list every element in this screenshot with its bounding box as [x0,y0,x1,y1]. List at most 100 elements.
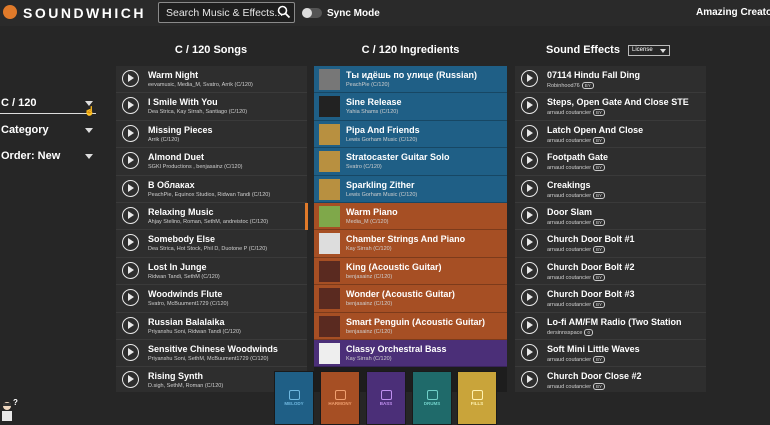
song-title: Lost In Junge [148,261,207,272]
effect-row[interactable]: 07114 Hindu Fall Ding Robinhood76 BY [515,66,706,94]
dock-card-drums[interactable]: DRUMS [412,371,452,425]
play-icon[interactable] [521,316,538,334]
play-icon[interactable] [122,152,139,170]
license-dropdown[interactable]: License [628,45,670,56]
ingredient-thumbnail[interactable] [319,205,340,227]
play-icon[interactable] [122,261,139,279]
play-icon[interactable] [122,371,139,389]
effect-row[interactable]: Steps, Open Gate And Close STE arnaud cou… [515,93,706,121]
song-row[interactable]: Almond Duet SGKI Productions , benjasainz… [116,148,307,176]
effect-author: arnaud coutancier [547,384,592,391]
play-icon[interactable] [521,343,538,361]
song-row[interactable]: Somebody Else Dea Strica, Hot Stock, Phil… [116,230,307,258]
effect-title: Door Slam [547,206,593,217]
play-icon[interactable] [122,316,139,334]
effect-row[interactable]: Church Door Close #2 arnaud coutancier BY [515,367,706,392]
dock-card-label: BASS [379,401,393,406]
effect-row[interactable]: Church Door Bolt #2 arnaud coutancier BY [515,257,706,286]
avatar[interactable] [0,400,14,422]
play-icon[interactable] [521,152,538,170]
license-badge: BY [593,383,606,391]
ingredient-thumbnail[interactable] [319,342,340,364]
song-row[interactable]: Relaxing Music Ahjay Stelino, Roman, Seth… [116,202,307,231]
song-row[interactable]: Missing Pieces Arrik (C/120) [116,120,307,149]
ingredient-row[interactable]: Sparkling Zither Lewis Gorham Music (C/12… [314,175,507,203]
song-row[interactable]: Warm Night eevamusic, Media_M, Svatro, Ar… [116,66,307,94]
ingredient-row[interactable]: King (Acoustic Guitar) benjasainz (C/120) [314,257,507,286]
play-icon[interactable] [122,206,139,224]
effect-row[interactable]: Latch Open And Close arnaud coutancier BY [515,120,706,149]
song-row[interactable]: Lost In Junge Ridwan Tandi, SethM (C/120) [116,257,307,286]
ingredient-row[interactable]: Sine Release Yahia Shams (C/120) [314,93,507,121]
effect-author-line: arnaud coutancier BY [547,246,606,254]
play-icon[interactable] [521,179,538,197]
play-icon[interactable] [122,97,139,115]
search-icon[interactable] [277,5,291,19]
play-icon[interactable] [122,289,139,307]
song-title: Almond Duet [148,152,204,163]
dock-card-fills[interactable]: FILLS [457,371,497,425]
ingredient-row[interactable]: Wonder (Acoustic Guitar) benjasainz (C/12… [314,285,507,313]
play-icon[interactable] [521,70,538,87]
user-name[interactable]: Amazing Creator [696,7,770,18]
play-icon[interactable] [521,371,538,389]
key-tempo-filter[interactable]: C / 120 [0,93,96,113]
sync-mode-toggle[interactable] [302,8,322,18]
play-icon[interactable] [521,289,538,307]
ingredient-thumbnail[interactable] [319,233,340,255]
effect-row[interactable]: Lo-fi AM/FM Radio (Two Station dersinnssp… [515,312,706,340]
ingredient-title: Stratocaster Guitar Solo [346,152,450,162]
song-title: Woodwinds Flute [148,289,223,300]
logo-text[interactable]: SOUNDWHICH [23,5,146,21]
ingredient-thumbnail[interactable] [319,315,340,337]
mouse-cursor-icon: ☝ [84,106,96,116]
play-icon[interactable] [122,124,139,142]
help-icon[interactable]: ? [13,398,18,407]
effect-row[interactable]: Soft Mini Little Waves arnaud coutancier B… [515,339,706,368]
ingredient-row[interactable]: Pipa And Friends Lewis Gorham Music (C/12… [314,120,507,149]
play-icon[interactable] [122,70,139,87]
search-input[interactable]: Search Music & Effects... [158,2,295,23]
ingredient-row[interactable]: Stratocaster Guitar Solo Svatro (C/120) [314,148,507,176]
ingredient-row[interactable]: Classy Orchestral Bass Kay Sirrah (C/120) [314,339,507,368]
category-icon [335,390,346,400]
play-icon[interactable] [122,179,139,197]
order-filter[interactable]: Order: New [0,146,96,166]
dock-card-harmony[interactable]: HARMONY [320,371,360,425]
ingredient-thumbnail[interactable] [319,151,340,173]
play-icon[interactable] [521,234,538,252]
effect-row[interactable]: Footpath Gate arnaud coutancier BY [515,148,706,176]
effect-row[interactable]: Door Slam arnaud coutancier BY [515,202,706,231]
category-filter[interactable]: Category [0,120,96,140]
play-icon[interactable] [521,261,538,279]
song-row[interactable]: Woodwinds Flute Svatro, McBuument1729 (C/… [116,285,307,313]
song-row[interactable]: I Smile With You Dea Strica, Kay Sirrah, … [116,93,307,121]
dock-card-label: HARMONY [328,401,352,406]
ingredient-thumbnail[interactable] [319,69,340,90]
dock-card-bass[interactable]: BASS [366,371,406,425]
ingredient-thumbnail[interactable] [319,123,340,145]
ingredient-thumbnail[interactable] [319,260,340,282]
effect-row[interactable]: Church Door Bolt #1 arnaud coutancier BY [515,230,706,258]
license-badge: BY [593,301,606,309]
play-icon[interactable] [122,234,139,252]
play-icon[interactable] [122,343,139,361]
license-badge: BY [593,355,606,363]
ingredient-row[interactable]: Warm Piano Media_M (C/120) [314,202,507,231]
play-icon[interactable] [521,124,538,142]
play-icon[interactable] [521,206,538,224]
ingredient-thumbnail[interactable] [319,288,340,310]
ingredient-row[interactable]: Smart Penguin (Acoustic Guitar) benjasain… [314,312,507,340]
ingredient-row[interactable]: Ты идёшь по улице (Russian) PeachPie (C/1… [314,66,507,94]
song-row[interactable]: Russian Balalaika Priyanshu Soni, Ridwan … [116,312,307,340]
effect-row[interactable]: Creakings arnaud coutancier BY [515,175,706,203]
order-label: Order: New [1,150,61,162]
play-icon[interactable] [521,97,538,115]
ingredient-thumbnail[interactable] [319,96,340,118]
ingredient-thumbnail[interactable] [319,178,340,200]
dock-card-melody[interactable]: MELODY [274,371,314,425]
ingredient-row[interactable]: Chamber Strings And Piano Kay Sirrah (C/1… [314,230,507,258]
song-row[interactable]: Sensitive Chinese Woodwinds Priyanshu Son… [116,339,307,368]
effect-row[interactable]: Church Door Bolt #3 arnaud coutancier BY [515,285,706,313]
song-row[interactable]: В Облаках PeachPie, Equinox Studios, Ridw… [116,175,307,203]
